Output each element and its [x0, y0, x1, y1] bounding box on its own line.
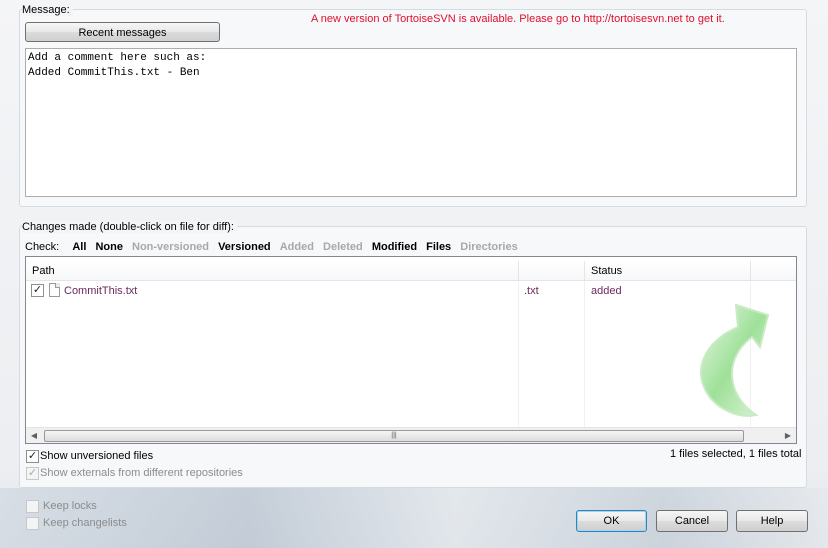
- filter-none[interactable]: None: [95, 241, 123, 253]
- horizontal-scrollbar[interactable]: ◀ ||| ▶: [26, 427, 796, 443]
- filter-modified[interactable]: Modified: [372, 241, 417, 253]
- row-checkbox[interactable]: ✓: [31, 284, 44, 297]
- column-header-path[interactable]: Path: [26, 261, 519, 281]
- ok-button[interactable]: OK: [576, 510, 647, 532]
- show-unversioned-checkbox[interactable]: ✓: [26, 450, 39, 463]
- changes-label: Changes made (double-click on file for d…: [22, 221, 237, 233]
- check-label: Check:: [25, 241, 60, 253]
- filter-files[interactable]: Files: [426, 241, 451, 253]
- filter-directories: Directories: [460, 241, 518, 253]
- filter-non-versioned: Non-versioned: [132, 241, 210, 253]
- column-header-extension[interactable]: [519, 261, 585, 281]
- keep-changelists-checkbox[interactable]: [26, 517, 39, 530]
- filter-added: Added: [279, 241, 314, 253]
- file-icon: [49, 283, 60, 297]
- show-externals-checkbox: ✓: [26, 467, 39, 480]
- column-separator: [584, 281, 585, 427]
- column-header-status[interactable]: Status: [585, 261, 751, 281]
- tortoisesvn-logo-icon: [700, 303, 770, 417]
- list-header: Path Status: [26, 261, 796, 281]
- show-externals-label: Show externals from different repositori…: [40, 467, 243, 479]
- commit-message-input[interactable]: Add a comment here such as: Added Commit…: [25, 48, 797, 197]
- recent-messages-button[interactable]: Recent messages: [25, 22, 220, 42]
- keep-changelists-label[interactable]: Keep changelists: [43, 517, 127, 529]
- message-label: Message:: [22, 4, 73, 16]
- changes-list[interactable]: Path Status ✓ CommitThis.txt .txt added …: [25, 256, 797, 444]
- update-notice: A new version of TortoiseSVN is availabl…: [311, 13, 725, 25]
- keep-locks-label[interactable]: Keep locks: [43, 500, 97, 512]
- filter-versioned[interactable]: Versioned: [218, 241, 271, 253]
- cancel-button[interactable]: Cancel: [656, 510, 728, 532]
- column-separator: [518, 281, 519, 427]
- filter-all[interactable]: All: [72, 241, 86, 253]
- keep-locks-checkbox[interactable]: [26, 500, 39, 513]
- help-button[interactable]: Help: [736, 510, 808, 532]
- row-extension: .txt: [524, 285, 539, 297]
- filter-deleted: Deleted: [323, 241, 363, 253]
- scrollbar-thumb[interactable]: |||: [44, 430, 744, 442]
- row-path: CommitThis.txt: [64, 285, 138, 297]
- show-unversioned-label[interactable]: Show unversioned files: [40, 450, 153, 462]
- row-status: added: [591, 285, 622, 297]
- scroll-left-icon[interactable]: ◀: [26, 428, 42, 443]
- selection-summary: 1 files selected, 1 files total: [670, 448, 802, 460]
- check-filter-bar: Check: All None Non-versioned Versioned …: [25, 241, 524, 253]
- scroll-right-icon[interactable]: ▶: [780, 428, 796, 443]
